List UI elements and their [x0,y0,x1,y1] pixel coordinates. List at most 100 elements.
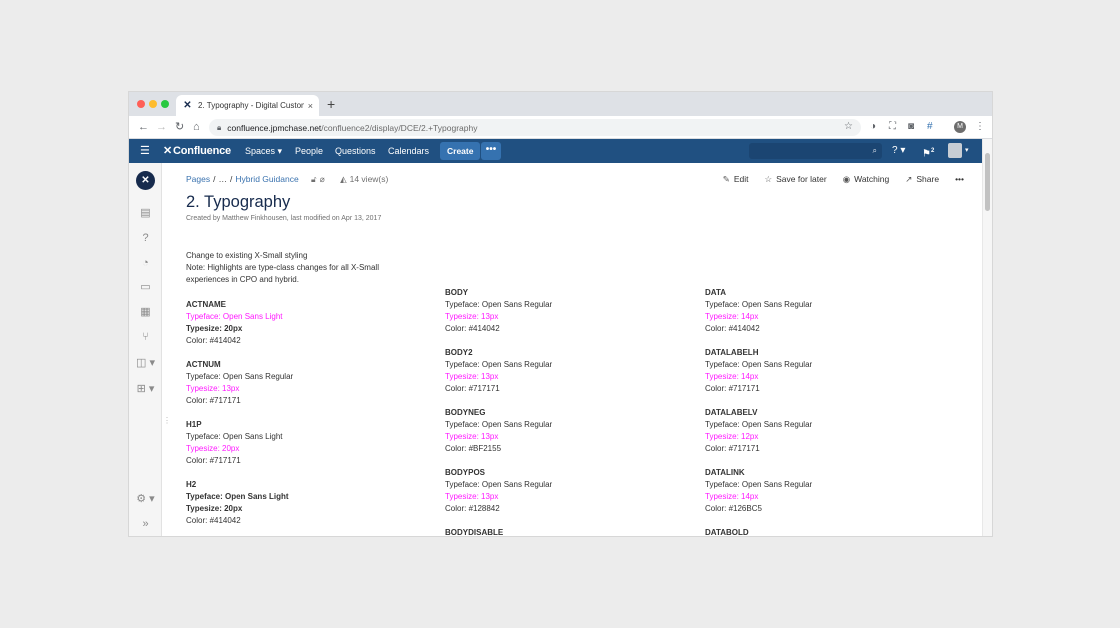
create-button[interactable]: Create [440,142,481,160]
profile-avatar[interactable]: M [954,121,966,133]
space-logo[interactable]: ✕ [136,171,155,190]
tab-title: 2. Typography - Digital Custom [198,101,304,110]
type-class-property: Typesize: 13px [445,492,499,501]
type-class-property: Typeface: Open Sans Regular [705,480,813,489]
chevron-down-icon[interactable]: ▾ [965,139,969,163]
questions-icon[interactable]: ? [129,232,162,244]
nav-calendars[interactable]: Calendars [388,139,429,163]
grid-extension-icon[interactable]: # [927,121,933,133]
notification-count: 2 [930,148,935,154]
close-window-button[interactable] [137,100,145,108]
confluence-logo[interactable]: ✕Confluence [163,139,231,163]
scroll-thumb[interactable] [985,153,990,211]
type-class-property: Typesize: 13px [186,384,240,393]
type-class-property: Color: #717171 [705,384,760,393]
bookmark-star-icon[interactable]: ☆ [844,121,853,132]
type-class-property: Typesize: 14px [705,492,759,501]
sidebar-resize-handle[interactable]: ⋮ [163,417,171,425]
page-restrictions[interactable]: 🔓︎ ⌀ [311,174,328,184]
expand-sidebar-icon[interactable]: » [129,518,162,530]
edit-label: Edit [733,174,749,184]
type-class-property: Typeface: Open Sans Regular [705,420,813,429]
type-class-property: Typeface: Open Sans Regular [445,300,553,309]
lock-icon: 🔒︎ [217,122,222,132]
type-class-name: H2 [186,480,197,489]
type-class-name: BODY2 [445,348,473,357]
page-views[interactable]: ◭ 14 view(s) [340,174,388,184]
logo-text: Confluence [173,145,231,157]
type-class-entry: DATABOLD [705,527,945,536]
pencil-icon: ✎ [722,174,730,184]
type-class-property: Typesize: 14px [705,372,759,381]
tab-close-icon[interactable]: × [308,101,313,111]
pages-icon[interactable]: ▤ [129,207,162,219]
save-for-later-button[interactable]: ☆ Save for later [765,174,827,185]
nav-people[interactable]: People [295,139,323,163]
search-input[interactable]: ⌕ [749,143,882,159]
forward-icon[interactable]: → [156,120,167,134]
type-class-name: DATA [705,288,727,297]
extension-screen-icon[interactable]: ⛶ [889,121,896,133]
type-class-property: Color: #414042 [186,516,241,525]
browser-menu-icon[interactable]: ⋮ [975,121,985,133]
browser-window: ✕ 2. Typography - Digital Custom × + ← →… [129,92,992,536]
gear-icon[interactable]: ⚙ ▾ [129,493,162,505]
attachment-icon: ⌀ [319,174,325,184]
export-icon[interactable]: ◫ ▾ [129,357,162,369]
page-actions: ✎ Edit ☆ Save for later ◉ Watching ↗ Share •… [707,174,964,185]
url-path: /confluence2/display/DCE/2.+Typography [321,122,478,133]
menu-icon[interactable]: ☰ [140,139,150,163]
edit-button[interactable]: ✎ Edit [723,174,749,185]
watching-label: Watching [854,174,890,184]
url-bar[interactable]: 🔒︎ confluence.jpmchase.net/confluence2/d… [209,119,861,136]
browser-tab[interactable]: ✕ 2. Typography - Digital Custom × [176,95,319,116]
eye-icon: ◉ [842,174,851,184]
reload-icon[interactable]: ↻ [175,120,184,134]
type-class-property: Typeface: Open Sans Light [186,492,289,501]
workflow-icon[interactable]: ⑂ [129,331,162,343]
type-class-entry: ACTNUM Typeface: Open Sans Regular Typesiz… [186,359,426,419]
user-avatar[interactable] [948,143,962,158]
nav-questions[interactable]: Questions [335,139,376,163]
type-class-entry: ACTNAME Typeface: Open Sans Light Typesize… [186,299,426,359]
more-actions-button[interactable]: ••• [955,174,964,185]
type-class-name: BODYDISABLE [445,528,504,536]
help-icon[interactable]: ? ▾ [892,139,905,163]
share-button[interactable]: ↗ Share [905,174,939,185]
table-icon[interactable]: ▦ [129,306,162,318]
type-class-name: BODY [445,288,469,297]
feed-icon[interactable]: ◔ [129,257,162,269]
extension-circle-icon[interactable]: ◑ [870,121,876,133]
minimize-window-button[interactable] [149,100,157,108]
page-title: 2. Typography [186,193,291,211]
type-class-property: Typeface: Open Sans Regular [445,420,553,429]
confluence-favicon-icon: ✕ [183,100,192,111]
type-column-3: DATA Typeface: Open Sans Regular Typesize:… [705,287,945,536]
more-create-button[interactable]: ••• [481,142,501,160]
camera-icon[interactable]: ◙ [908,121,914,133]
watching-button[interactable]: ◉ Watching [843,174,890,185]
type-class-name: DATALABELH [705,348,759,357]
type-class-property: Color: #717171 [445,384,500,393]
breadcrumb-pages[interactable]: Pages [186,174,210,184]
tree-icon[interactable]: ⊞ ▾ [129,383,162,395]
calendar-icon[interactable]: ▭ [129,281,162,293]
type-class-name: DATABOLD [705,528,749,536]
save-label: Save for later [776,174,827,184]
breadcrumb-ellipsis[interactable]: … [218,174,227,184]
type-class-entry: BODYPOS Typeface: Open Sans Regular Typesi… [445,467,685,527]
maximize-window-button[interactable] [161,100,169,108]
type-class-name: H1P [186,420,202,429]
nav-spaces[interactable]: Spaces ▾ [245,139,282,163]
back-icon[interactable]: ← [138,120,149,134]
home-icon[interactable]: ⌂ [193,120,200,134]
breadcrumb-hybrid-guidance[interactable]: Hybrid Guidance [235,174,298,184]
breadcrumb-separator: / [213,174,216,184]
confluence-mark-icon: ✕ [163,145,173,157]
breadcrumb-separator: / [229,174,233,184]
new-tab-button[interactable]: + [327,96,335,112]
type-class-property: Color: #128842 [445,504,500,513]
type-class-name: BODYNEG [445,408,486,417]
star-icon: ☆ [764,174,773,184]
page-scrollbar[interactable] [982,139,992,536]
